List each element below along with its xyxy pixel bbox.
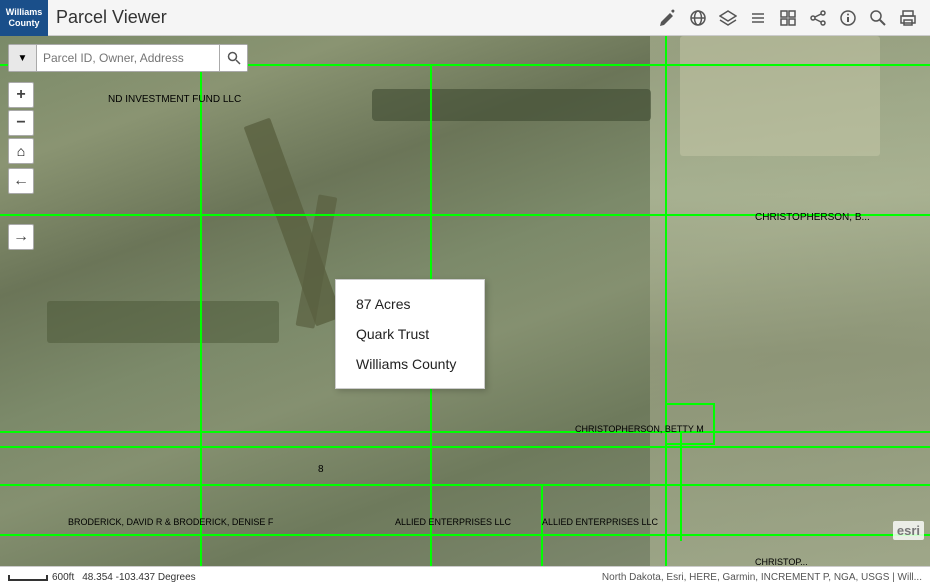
- label-christopherson-betty: CHRISTOPHERSON, BETTY M: [575, 424, 704, 434]
- parcel-v-line-3: [665, 36, 667, 566]
- print-icon[interactable]: [896, 6, 920, 30]
- scale-line: [8, 575, 48, 581]
- status-bar: 600ft 48.354 -103.437 Degrees North Dako…: [0, 566, 930, 588]
- terrain-strip1: [372, 89, 651, 121]
- label-nd-investment: ND INVESTMENT FUND LLC: [108, 94, 241, 105]
- header-bar: Williams County Parcel Viewer: [0, 0, 930, 36]
- zoom-controls: + −: [8, 82, 34, 136]
- parcel-v-line-4b: [680, 446, 682, 486]
- parcel-h-line-6: [0, 534, 930, 536]
- label-allied-1: ALLIED ENTERPRISES LLC: [395, 517, 511, 527]
- coordinates-display: 48.354 -103.437 Degrees: [82, 572, 195, 583]
- parcel-h-line-5: [0, 484, 930, 486]
- search-submit-button[interactable]: [219, 45, 247, 71]
- grid-icon[interactable]: [776, 6, 800, 30]
- edit-icon[interactable]: [656, 6, 680, 30]
- home-button[interactable]: ⌂: [8, 138, 34, 164]
- app-title: Parcel Viewer: [56, 7, 656, 28]
- pan-right-button[interactable]: →: [8, 224, 34, 250]
- label-allied-2: ALLIED ENTERPRISES LLC: [542, 517, 658, 527]
- popup-acres: 87 Acres: [356, 296, 464, 312]
- popup-owner: Quark Trust: [356, 326, 464, 342]
- list-icon[interactable]: [746, 6, 770, 30]
- parcel-h-line-4: [0, 446, 930, 448]
- zoom-in-button[interactable]: +: [8, 82, 34, 108]
- search-person-icon[interactable]: [866, 6, 890, 30]
- pan-left-button[interactable]: ←: [8, 168, 34, 194]
- label-broderick: BRODERICK, DAVID R & BRODERICK, DENISE F: [68, 517, 273, 527]
- pan-controls: ← →: [8, 168, 34, 250]
- map-attribution: North Dakota, Esri, HERE, Garmin, INCREM…: [602, 572, 922, 583]
- info-icon[interactable]: [836, 6, 860, 30]
- popup-county: Williams County: [356, 356, 464, 372]
- parcel-v-line-1: [200, 64, 202, 566]
- label-christopherson-bottom: CHRISTOP...: [755, 557, 808, 566]
- label-christopherson-1: CHRISTOPHERSON, B...: [755, 212, 870, 223]
- map-view[interactable]: ND INVESTMENT FUND LLC CHRISTOPHERSON, B…: [0, 36, 930, 566]
- esri-logo: esri: [893, 521, 924, 540]
- parcel-popup: 87 Acres Quark Trust Williams County: [335, 279, 485, 389]
- scale-label: 600ft: [52, 572, 74, 583]
- search-input[interactable]: [37, 51, 219, 65]
- parcel-h-line-3: [0, 431, 930, 433]
- logo-text: Williams County: [6, 7, 42, 29]
- field-light: [680, 36, 880, 156]
- globe-icon[interactable]: [686, 6, 710, 30]
- toolbar: [656, 6, 920, 30]
- terrain-strip2: [47, 301, 280, 343]
- label-8: 8: [318, 464, 324, 475]
- zoom-out-button[interactable]: −: [8, 110, 34, 136]
- county-logo: Williams County: [0, 0, 48, 36]
- search-bar[interactable]: ▼: [8, 44, 248, 72]
- scale-bar: 600ft: [8, 572, 74, 583]
- search-dropdown-button[interactable]: ▼: [9, 45, 37, 71]
- layers-icon[interactable]: [716, 6, 740, 30]
- share-icon[interactable]: [806, 6, 830, 30]
